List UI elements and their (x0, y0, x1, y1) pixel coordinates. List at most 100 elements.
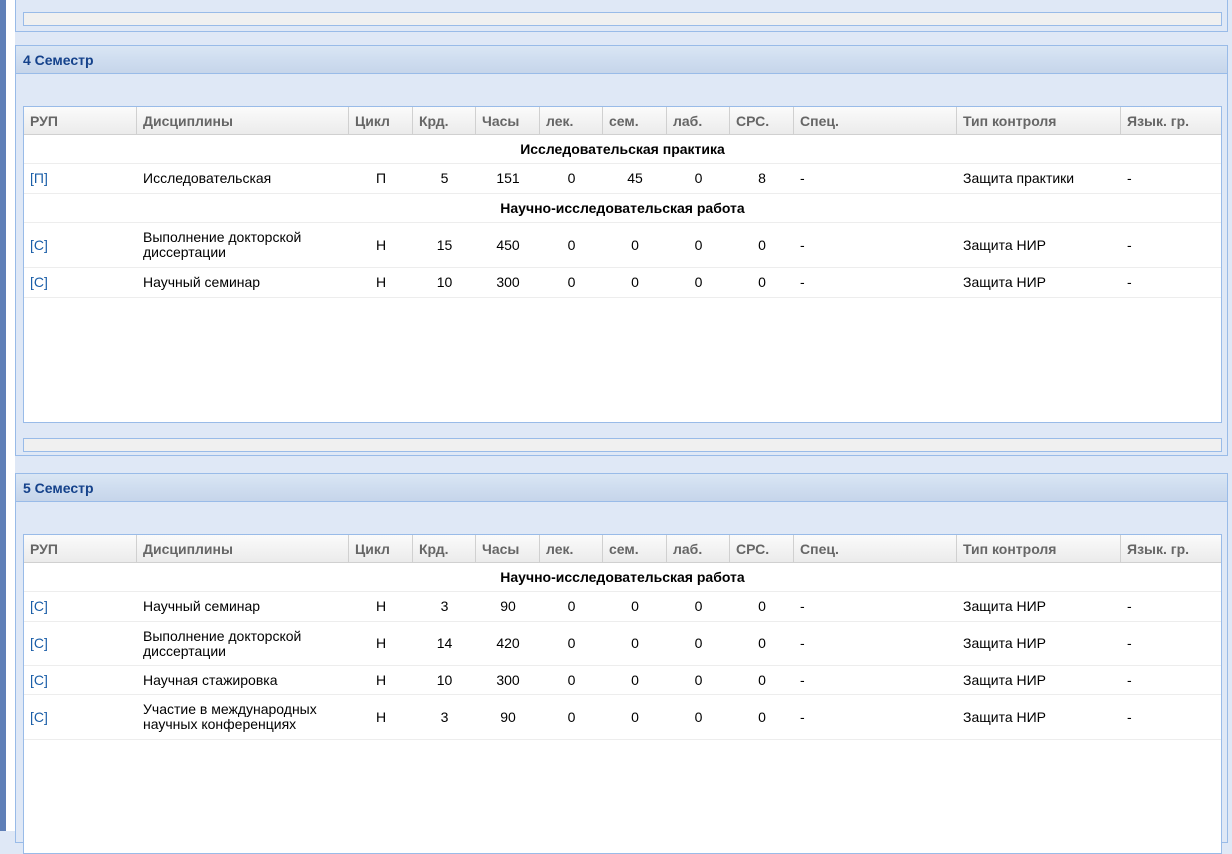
grid-header: РУП Дисциплины Цикл Крд. Часы лек. сем. … (24, 107, 1221, 135)
rup-link[interactable]: [С] (30, 274, 48, 290)
sem-cell: 0 (631, 274, 639, 290)
col-header-lang[interactable]: Язык. гр. (1121, 107, 1221, 134)
col-header-control[interactable]: Тип контроля (957, 535, 1121, 562)
col-header-discipline[interactable]: Дисциплины (137, 107, 349, 134)
col-header-lab[interactable]: лаб. (667, 107, 730, 134)
hours-cell: 90 (500, 598, 516, 614)
hours-cell: 420 (496, 635, 520, 651)
rup-link[interactable]: [С] (30, 635, 48, 651)
col-header-cycle[interactable]: Цикл (349, 535, 413, 562)
panel-header: 5 Семестр (16, 474, 1227, 502)
sem-cell: 0 (631, 708, 639, 725)
credits-cell: 14 (436, 635, 453, 651)
col-header-lang[interactable]: Язык. гр. (1121, 535, 1221, 562)
srs-cell: 0 (758, 708, 766, 725)
col-header-srs[interactable]: СРС. (730, 107, 794, 134)
sem-cell: 0 (631, 598, 639, 614)
discipline-cell: Выполнение докторской диссертации (143, 229, 302, 260)
rup-link[interactable]: [С] (30, 709, 48, 725)
rup-link[interactable]: [П] (30, 170, 48, 186)
col-header-lek[interactable]: лек. (540, 107, 603, 134)
spec-cell: - (800, 274, 805, 290)
table-row[interactable]: [П] Исследовательская П 5 151 0 45 0 8 -… (24, 164, 1221, 194)
semester-panel-4: 4 Семестр РУП Дисциплины Цикл Крд. Часы … (15, 45, 1228, 456)
col-header-lab[interactable]: лаб. (667, 535, 730, 562)
credits-cell: 10 (436, 671, 453, 688)
col-header-control[interactable]: Тип контроля (957, 107, 1121, 134)
col-header-sem[interactable]: сем. (603, 535, 667, 562)
credits-cell: 15 (436, 236, 453, 253)
col-header-hours[interactable]: Часы (476, 535, 540, 562)
col-header-credits[interactable]: Крд. (413, 535, 476, 562)
cycle-cell: Н (375, 635, 387, 651)
credits-cell: 3 (440, 708, 449, 725)
lang-cell: - (1127, 170, 1132, 186)
srs-cell: 0 (758, 236, 766, 253)
col-header-rup[interactable]: РУП (24, 535, 137, 562)
semester-grid: РУП Дисциплины Цикл Крд. Часы лек. сем. … (23, 106, 1222, 423)
panel-title: 5 Семестр (23, 480, 94, 496)
table-row[interactable]: [С] Участие в международных научных конф… (24, 695, 1221, 740)
lek-cell: 0 (567, 708, 576, 725)
lab-cell: 0 (694, 598, 703, 614)
discipline-cell: Научный семинар (143, 598, 261, 614)
table-row[interactable]: [С] Выполнение докторской диссертации Н … (24, 622, 1221, 666)
sem-cell: 0 (631, 236, 639, 253)
rup-link[interactable]: [С] (30, 672, 48, 688)
spec-cell: - (800, 170, 805, 186)
left-gutter (6, 0, 15, 831)
previous-semester-panel (15, 0, 1228, 32)
srs-cell: 8 (758, 170, 766, 186)
spec-cell: - (800, 635, 805, 651)
lek-cell: 0 (567, 170, 576, 186)
lang-cell: - (1127, 635, 1132, 651)
lab-cell: 0 (694, 708, 703, 725)
lang-cell: - (1127, 708, 1132, 725)
sem-cell: 0 (631, 635, 639, 651)
table-row[interactable]: [С] Научный семинар Н 10 300 0 0 0 0 - З… (24, 268, 1221, 298)
panel-header: 4 Семестр (16, 46, 1227, 74)
lab-cell: 0 (694, 274, 703, 290)
lab-cell: 0 (694, 170, 703, 186)
control-cell: Защита НИР (963, 708, 1047, 725)
control-cell: Защита НИР (963, 671, 1047, 688)
spec-cell: - (800, 671, 805, 688)
table-row[interactable]: [С] Научная стажировка Н 10 300 0 0 0 0 … (24, 666, 1221, 695)
credits-cell: 5 (440, 170, 449, 186)
discipline-cell: Выполнение докторской диссертации (143, 627, 302, 659)
col-header-sem[interactable]: сем. (603, 107, 667, 134)
lab-cell: 0 (694, 635, 703, 651)
col-header-spec[interactable]: Спец. (794, 535, 957, 562)
col-header-cycle[interactable]: Цикл (349, 107, 413, 134)
sem-cell: 0 (631, 671, 639, 688)
spec-cell: - (800, 708, 805, 725)
col-header-discipline[interactable]: Дисциплины (137, 535, 349, 562)
panel-title: 4 Семестр (23, 52, 94, 68)
col-header-spec[interactable]: Спец. (794, 107, 957, 134)
hours-cell: 151 (496, 170, 520, 186)
control-cell: Защита НИР (963, 635, 1047, 651)
table-row[interactable]: [С] Выполнение докторской диссертации Н … (24, 223, 1221, 268)
lab-cell: 0 (694, 671, 703, 688)
rup-link[interactable]: [С] (30, 237, 48, 253)
lek-cell: 0 (567, 671, 576, 688)
lek-cell: 0 (567, 236, 576, 253)
col-header-hours[interactable]: Часы (476, 107, 540, 134)
col-header-rup[interactable]: РУП (24, 107, 137, 134)
rup-link[interactable]: [С] (30, 598, 48, 614)
hours-cell: 300 (496, 671, 520, 688)
col-header-credits[interactable]: Крд. (413, 107, 476, 134)
lang-cell: - (1127, 598, 1132, 614)
control-cell: Защита НИР (963, 236, 1047, 253)
discipline-cell: Научный семинар (143, 274, 261, 290)
col-header-lek[interactable]: лек. (540, 535, 603, 562)
srs-cell: 0 (758, 635, 766, 651)
srs-cell: 0 (758, 598, 766, 614)
hours-cell: 450 (496, 236, 520, 253)
table-row[interactable]: [С] Научный семинар Н 3 90 0 0 0 0 - Защ… (24, 592, 1221, 622)
cycle-cell: Н (375, 236, 387, 253)
srs-cell: 0 (758, 671, 766, 688)
control-cell: Защита практики (963, 170, 1075, 186)
col-header-srs[interactable]: СРС. (730, 535, 794, 562)
group-row: Исследовательская практика (24, 135, 1221, 164)
